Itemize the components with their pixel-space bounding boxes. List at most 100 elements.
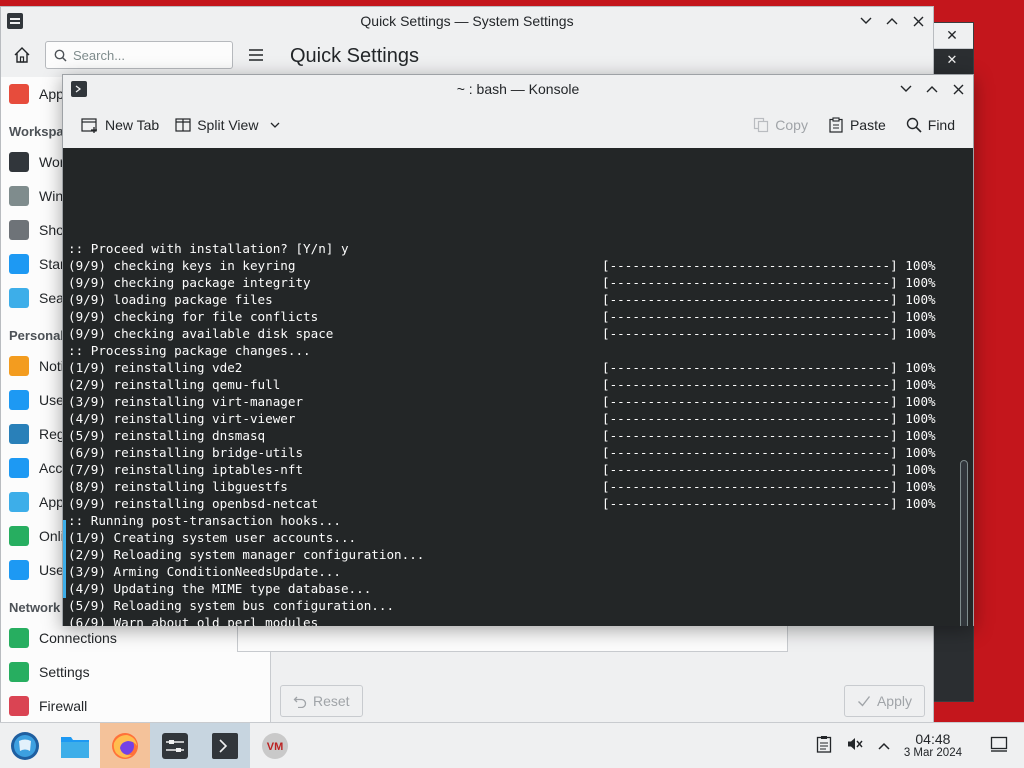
taskbar: VM 04:48 3 Mar 2024 <box>0 722 1024 768</box>
settings-icon <box>162 732 188 759</box>
show-desktop-icon <box>990 736 1008 752</box>
reset-button[interactable]: Reset <box>280 685 363 717</box>
maximize-button[interactable] <box>883 12 901 30</box>
background-window-close[interactable]: ✕ <box>931 49 973 71</box>
sidebar-item[interactable]: Firewall <box>1 689 270 723</box>
terminal-line: (2/9) Reloading system manager configura… <box>68 546 936 563</box>
feedback-icon <box>9 560 29 580</box>
chevron-down-icon <box>860 17 872 24</box>
split-view-label: Split View <box>197 117 259 133</box>
volume-muted-icon <box>847 738 863 750</box>
terminal-progress-bar: [-------------------------------------] … <box>602 309 936 324</box>
konsole-titlebar[interactable]: ~ : bash — Konsole <box>63 75 973 103</box>
terminal-line-text: (1/9) Creating system user accounts... <box>68 530 357 545</box>
firefox-button[interactable] <box>100 722 150 768</box>
hamburger-menu-button[interactable] <box>243 42 269 68</box>
terminal-line: (1/9) Creating system user accounts... <box>68 529 936 546</box>
terminal-line: (9/9) checking available disk space [----… <box>68 325 936 342</box>
terminal-line-text: (3/9) Arming ConditionNeedsUpdate... <box>68 564 341 579</box>
terminal-progress-bar: [-------------------------------------] … <box>602 377 936 392</box>
apps-icon <box>9 492 29 512</box>
close-icon[interactable]: ✕ <box>946 27 958 44</box>
konsole-window-title: ~ : bash — Konsole <box>456 81 580 97</box>
file-manager-button[interactable] <box>50 723 100 768</box>
settings-content-panel <box>237 622 788 652</box>
terminal-view[interactable]: :: Proceed with installation? [Y/n] y (9/… <box>63 148 973 626</box>
terminal-scrollbar-thumb[interactable] <box>960 460 968 626</box>
terminal-progress-bar: [-------------------------------------] … <box>602 462 936 477</box>
sidebar-item[interactable]: Settings <box>1 655 270 689</box>
digital-clock[interactable]: 04:48 3 Mar 2024 <box>904 732 962 760</box>
new-tab-button[interactable]: New Tab <box>73 109 167 141</box>
terminal-line: (4/9) Updating the MIME type database... <box>68 580 936 597</box>
settings-footer: Reset Apply <box>272 679 933 723</box>
close-icon <box>913 16 923 26</box>
search-icon <box>54 49 67 62</box>
copy-button[interactable]: Copy <box>745 109 816 141</box>
terminal-line-text: :: Running post-transaction hooks... <box>68 513 341 528</box>
system-settings-taskbar-button[interactable] <box>150 722 200 768</box>
terminal-output: :: Proceed with installation? [Y/n] y (9/… <box>68 240 936 626</box>
konsole-close-button[interactable] <box>949 80 967 98</box>
folder-icon <box>61 736 89 758</box>
system-settings-toolbar <box>1 35 933 75</box>
sidebar-item-label: Firewall <box>39 698 88 714</box>
virt-manager-button[interactable]: VM <box>250 723 300 768</box>
paste-button[interactable]: Paste <box>820 109 894 141</box>
terminal-line: (7/9) reinstalling iptables-nft [--------… <box>68 461 936 478</box>
background-window-titlebar[interactable]: ✕ <box>931 23 973 49</box>
system-settings-titlebar[interactable]: Quick Settings — System Settings <box>1 7 933 35</box>
terminal-line-text: (6/9) reinstalling bridge-utils <box>68 445 304 460</box>
terminal-line: (9/9) checking keys in keyring [---------… <box>68 257 936 274</box>
system-tray: 04:48 3 Mar 2024 <box>816 732 1024 760</box>
find-button[interactable]: Find <box>898 109 963 141</box>
terminal-line-text: (4/9) reinstalling virt-viewer <box>68 411 296 426</box>
terminal-progress-bar: [-------------------------------------] … <box>602 275 936 290</box>
system-settings-window-title: Quick Settings — System Settings <box>360 13 574 29</box>
clock-time: 04:48 <box>915 730 951 747</box>
terminal-line-text: :: Processing package changes... <box>68 343 311 358</box>
terminal-progress-bar: [-------------------------------------] … <box>602 496 936 511</box>
vm-icon: VM <box>262 732 288 759</box>
terminal-line-text: (2/9) Reloading system manager configura… <box>68 547 425 562</box>
sidebar-item[interactable]: Connections <box>1 621 270 655</box>
terminal-line-text: (2/9) reinstalling qemu-full <box>68 377 281 392</box>
show-desktop-button[interactable] <box>990 736 1008 755</box>
split-view-icon <box>175 118 191 132</box>
apply-label: Apply <box>876 693 912 709</box>
system-settings-app-icon[interactable] <box>7 13 23 29</box>
search-input[interactable] <box>73 47 223 63</box>
volume-tray-icon[interactable] <box>846 735 864 756</box>
application-launcher-button[interactable] <box>0 723 50 768</box>
konsole-minimize-button[interactable] <box>897 80 915 98</box>
accessibility-icon <box>9 458 29 478</box>
search-field[interactable] <box>45 41 233 69</box>
copy-icon <box>754 117 769 133</box>
home-button[interactable] <box>9 42 35 68</box>
minimize-button[interactable] <box>857 12 875 30</box>
globe-icon <box>9 526 29 546</box>
terminal-prompt-icon <box>75 85 82 93</box>
sidebar-item-label: Connections <box>39 630 117 646</box>
split-view-button[interactable]: Split View <box>167 109 288 141</box>
close-icon[interactable]: ✕ <box>947 52 958 68</box>
konsole-taskbar-button[interactable] <box>200 722 250 768</box>
konsole-maximize-button[interactable] <box>923 80 941 98</box>
close-button[interactable] <box>909 12 927 30</box>
terminal-line-text: (4/9) Updating the MIME type database... <box>68 581 372 596</box>
apply-button[interactable]: Apply <box>843 685 925 717</box>
terminal-line-text: (8/9) reinstalling libguestfs <box>68 479 288 494</box>
konsole-toolbar: New Tab Split View Copy Paste Find <box>63 103 973 147</box>
close-icon <box>953 84 963 94</box>
clock-date: 3 Mar 2024 <box>903 746 962 759</box>
sidebar-item-label: Settings <box>39 664 90 680</box>
clipboard-tray-icon[interactable] <box>816 735 832 756</box>
terminal-line: (4/9) reinstalling virt-viewer [---------… <box>68 410 936 427</box>
tray-expander[interactable] <box>878 738 890 753</box>
terminal-line: (9/9) loading package files [------------… <box>68 291 936 308</box>
terminal-scrollbar[interactable] <box>958 156 968 626</box>
terminal-line-text: :: Proceed with installation? [Y/n] y <box>68 241 349 256</box>
konsole-app-icon[interactable] <box>71 81 87 97</box>
terminal-line-text: (9/9) checking package integrity <box>68 275 311 290</box>
terminal-progress-bar: [-------------------------------------] … <box>602 258 936 273</box>
